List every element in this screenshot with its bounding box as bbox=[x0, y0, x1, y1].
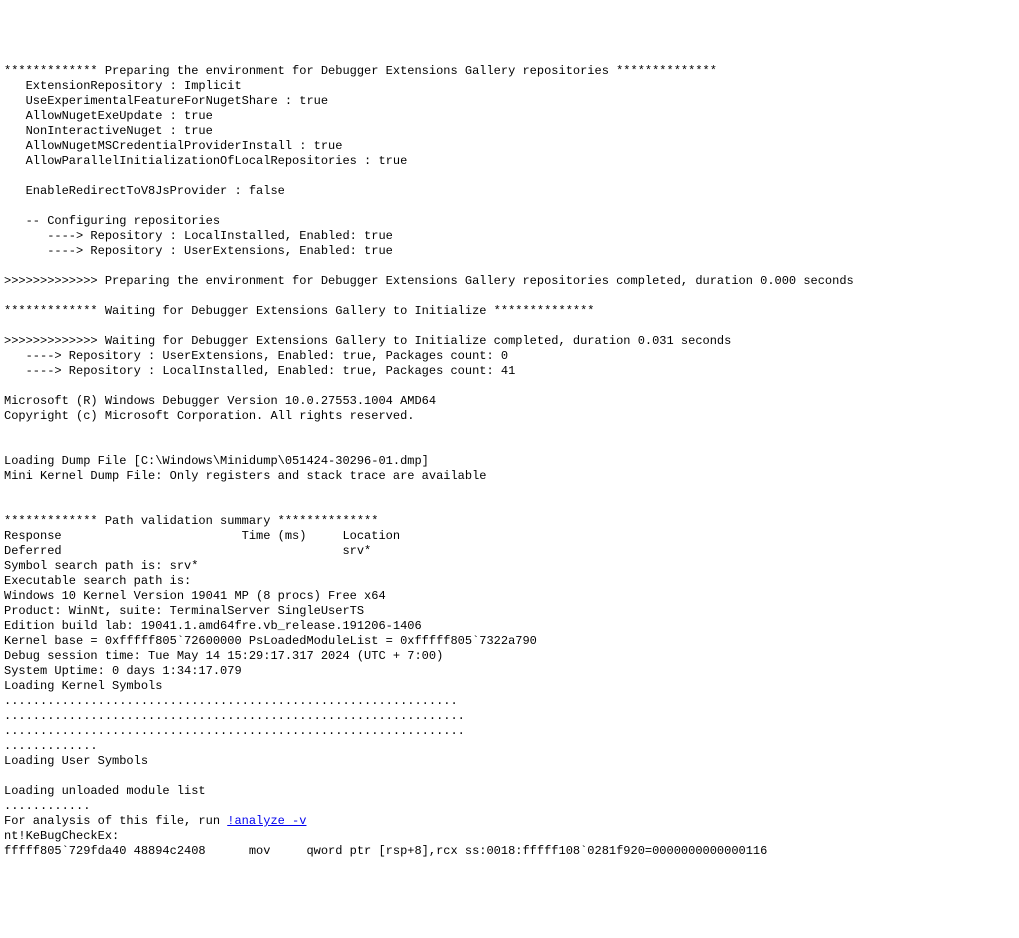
output-line: Mini Kernel Dump File: Only registers an… bbox=[4, 469, 486, 483]
output-line: ----> Repository : UserExtensions, Enabl… bbox=[4, 349, 508, 363]
output-line: Copyright (c) Microsoft Corporation. All… bbox=[4, 409, 414, 423]
output-line: Loading Dump File [C:\Windows\Minidump\0… bbox=[4, 454, 429, 468]
output-line: Loading Kernel Symbols bbox=[4, 679, 162, 693]
output-line: Windows 10 Kernel Version 19041 MP (8 pr… bbox=[4, 589, 386, 603]
output-line: >>>>>>>>>>>>> Preparing the environment … bbox=[4, 274, 854, 288]
analyze-link[interactable]: !analyze -v bbox=[227, 814, 306, 828]
output-line: ----> Repository : LocalInstalled, Enabl… bbox=[4, 229, 393, 243]
output-line: ........................................… bbox=[4, 724, 465, 738]
output-line: -- Configuring repositories bbox=[4, 214, 220, 228]
output-line: Symbol search path is: srv* bbox=[4, 559, 198, 573]
output-line: For analysis of this file, run bbox=[4, 814, 227, 828]
output-line: Kernel base = 0xfffff805`72600000 PsLoad… bbox=[4, 634, 537, 648]
output-line: NonInteractiveNuget : true bbox=[4, 124, 213, 138]
output-line: ************* Preparing the environment … bbox=[4, 64, 717, 78]
output-line: System Uptime: 0 days 1:34:17.079 bbox=[4, 664, 242, 678]
output-line: ----> Repository : LocalInstalled, Enabl… bbox=[4, 364, 515, 378]
output-line: fffff805`729fda40 48894c2408 mov qword p… bbox=[4, 844, 767, 858]
output-line: ............ bbox=[4, 799, 90, 813]
output-line: AllowNugetMSCredentialProviderInstall : … bbox=[4, 139, 342, 153]
output-line: Loading unloaded module list bbox=[4, 784, 206, 798]
output-line: AllowNugetExeUpdate : true bbox=[4, 109, 213, 123]
output-line: Debug session time: Tue May 14 15:29:17.… bbox=[4, 649, 443, 663]
output-line: ************* Path validation summary **… bbox=[4, 514, 378, 528]
output-line: Executable search path is: bbox=[4, 574, 198, 588]
output-line: Response Time (ms) Location bbox=[4, 529, 400, 543]
output-line: Edition build lab: 19041.1.amd64fre.vb_r… bbox=[4, 619, 422, 633]
output-line: EnableRedirectToV8JsProvider : false bbox=[4, 184, 285, 198]
output-line: ........................................… bbox=[4, 709, 465, 723]
output-line: Deferred srv* bbox=[4, 544, 371, 558]
debugger-output: ************* Preparing the environment … bbox=[4, 64, 1015, 859]
output-line: >>>>>>>>>>>>> Waiting for Debugger Exten… bbox=[4, 334, 731, 348]
output-line: ............. bbox=[4, 739, 98, 753]
output-line: Loading User Symbols bbox=[4, 754, 148, 768]
output-line: ........................................… bbox=[4, 694, 458, 708]
output-line: AllowParallelInitializationOfLocalReposi… bbox=[4, 154, 407, 168]
output-line: Microsoft (R) Windows Debugger Version 1… bbox=[4, 394, 436, 408]
output-line: ----> Repository : UserExtensions, Enabl… bbox=[4, 244, 393, 258]
output-line: ************* Waiting for Debugger Exten… bbox=[4, 304, 595, 318]
output-line: Product: WinNt, suite: TerminalServer Si… bbox=[4, 604, 364, 618]
output-line: ExtensionRepository : Implicit bbox=[4, 79, 242, 93]
output-line: UseExperimentalFeatureForNugetShare : tr… bbox=[4, 94, 328, 108]
output-line: nt!KeBugCheckEx: bbox=[4, 829, 119, 843]
